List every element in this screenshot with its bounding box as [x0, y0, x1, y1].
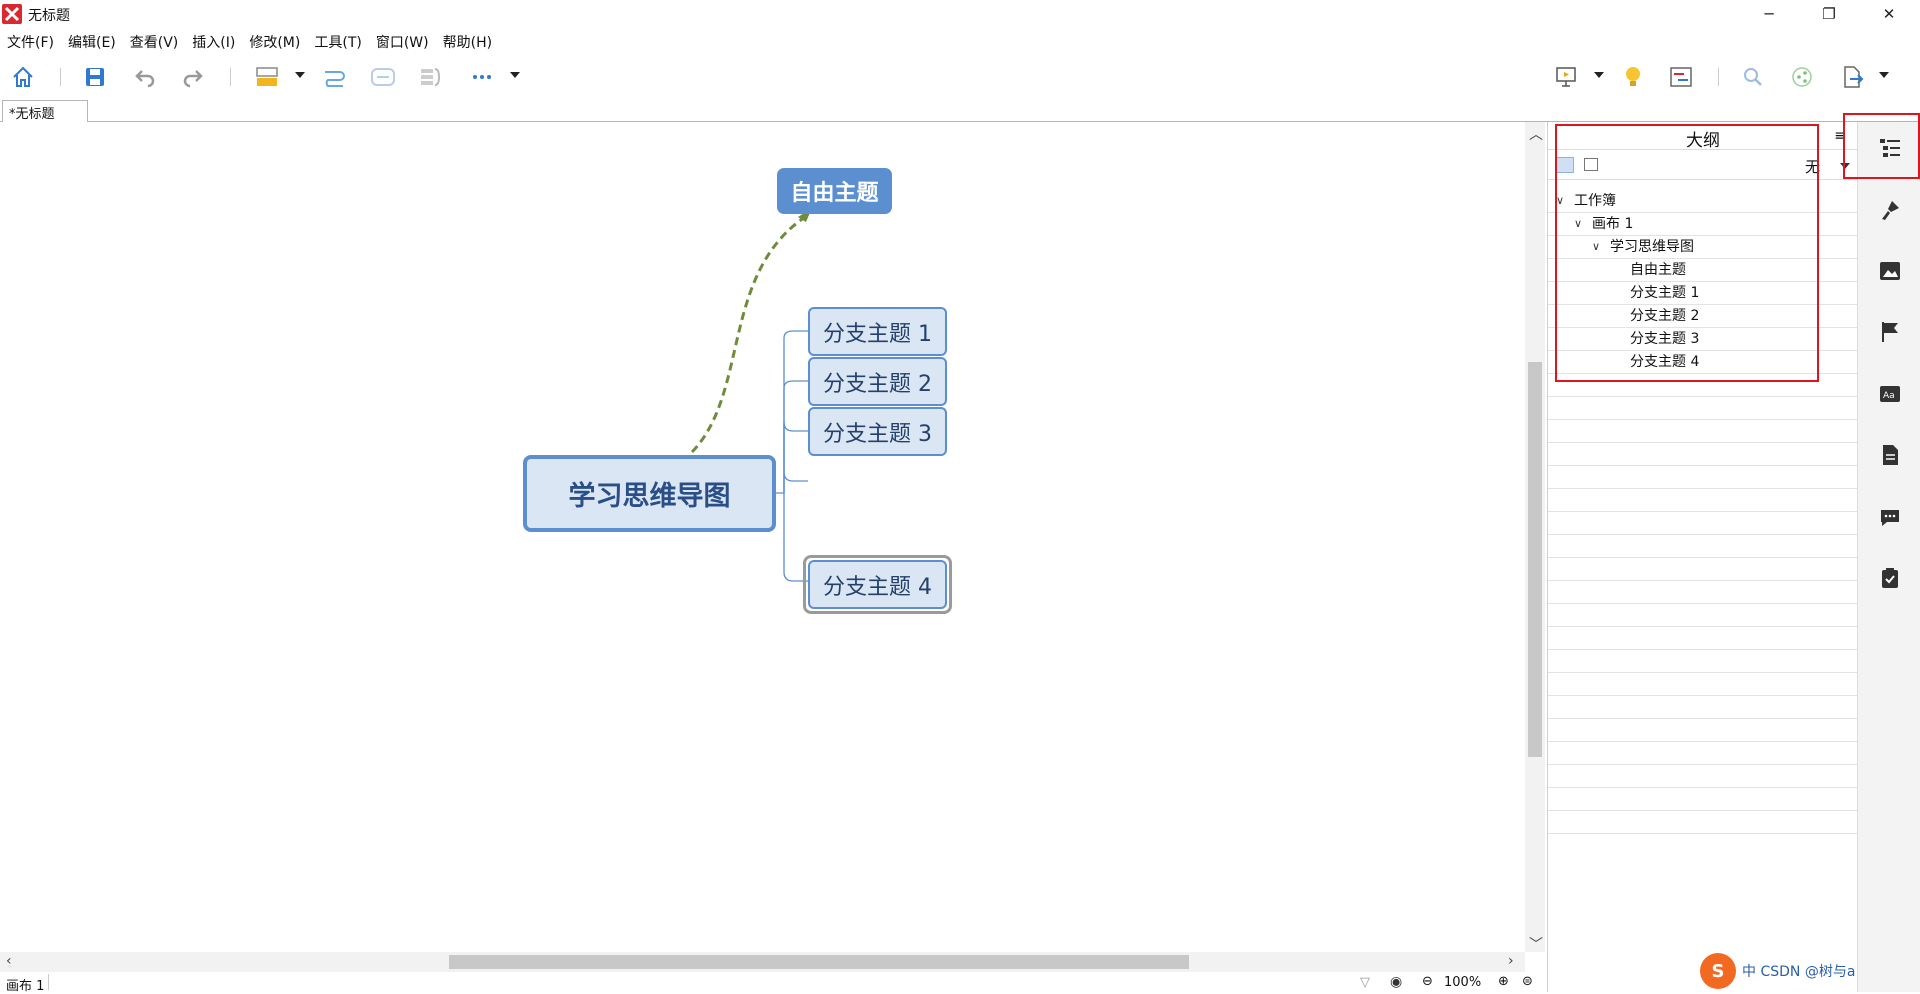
- menu-help[interactable]: 帮助(H): [436, 30, 499, 52]
- horizontal-scroll-thumb[interactable]: [449, 955, 1189, 969]
- share-icon[interactable]: [1789, 64, 1815, 90]
- boundary-icon[interactable]: [370, 64, 396, 90]
- vertical-scroll-thumb[interactable]: [1528, 362, 1542, 757]
- more-icon[interactable]: [469, 64, 495, 90]
- image-icon[interactable]: [1876, 257, 1904, 285]
- menu-view[interactable]: 查看(V): [123, 30, 186, 52]
- menu-modify[interactable]: 修改(M): [242, 30, 307, 52]
- horizontal-scrollbar[interactable]: ‹ ›: [0, 952, 1525, 972]
- text-style-icon[interactable]: Aa: [1876, 380, 1904, 408]
- svg-text:Aa: Aa: [1883, 391, 1895, 401]
- tab-strip: *无标题: [0, 98, 1920, 122]
- scroll-down-icon[interactable]: ﹀: [1529, 934, 1543, 954]
- gantt-icon[interactable]: [1668, 64, 1694, 90]
- relationship-line[interactable]: [690, 213, 809, 454]
- tab-untitled[interactable]: *无标题: [2, 100, 88, 122]
- export-dropdown-icon[interactable]: [1879, 72, 1889, 78]
- outline-highlight-box: [1555, 124, 1819, 382]
- redo-icon[interactable]: [180, 64, 206, 90]
- branch-topic-3[interactable]: 分支主题 3: [808, 407, 947, 456]
- watermark-overlay: S 中 CSDN @树与a: [1700, 953, 1856, 989]
- notes-document-icon[interactable]: [1876, 441, 1904, 469]
- comment-icon[interactable]: [1876, 503, 1904, 531]
- scroll-up-icon[interactable]: ︿: [1529, 124, 1543, 144]
- side-icon-bar: Aa: [1857, 122, 1920, 992]
- floating-topic[interactable]: 自由主题: [777, 168, 892, 214]
- toolbar: [0, 56, 1920, 96]
- mindmap-canvas[interactable]: 自由主题 学习思维导图 分支主题 1 分支主题 2 分支主题 3 分支主题 4: [0, 122, 1525, 960]
- task-clipboard-icon[interactable]: [1876, 564, 1904, 592]
- search-icon[interactable]: [1740, 64, 1766, 90]
- eye-icon[interactable]: ◉: [1390, 974, 1402, 990]
- presentation-dropdown-icon[interactable]: [1594, 72, 1604, 78]
- minimize-button[interactable]: ─: [1746, 0, 1792, 28]
- connector-lines: [690, 208, 812, 582]
- central-topic[interactable]: 学习思维导图: [523, 455, 776, 532]
- menu-edit[interactable]: 编辑(E): [61, 30, 123, 52]
- format-brush-icon[interactable]: [1876, 196, 1904, 224]
- sogou-ime-icon: S: [1700, 953, 1736, 989]
- scroll-left-icon[interactable]: ‹: [6, 953, 12, 969]
- filter-icon[interactable]: ▽: [1360, 975, 1370, 990]
- menu-file[interactable]: 文件(F): [0, 30, 61, 52]
- title-bar: 无标题 ─ ❐ ✕: [0, 0, 1920, 28]
- status-bar: 画布 1 ▽ ◉ ⊖ 100% ⊕ ⊜: [0, 972, 1545, 994]
- sheet-label[interactable]: 画布 1: [6, 975, 44, 994]
- menu-window[interactable]: 窗口(W): [369, 30, 436, 52]
- close-button[interactable]: ✕: [1866, 0, 1912, 28]
- outline-button-highlight-box: [1843, 113, 1920, 179]
- lightbulb-icon[interactable]: [1620, 64, 1646, 90]
- watermark-text: 中 CSDN @树与a: [1742, 964, 1856, 980]
- presentation-icon[interactable]: [1553, 64, 1579, 90]
- home-icon[interactable]: [10, 64, 36, 90]
- topic-style-dropdown-icon[interactable]: [295, 72, 305, 78]
- menu-insert[interactable]: 插入(I): [185, 30, 242, 52]
- save-icon[interactable]: [82, 64, 108, 90]
- more-dropdown-icon[interactable]: [510, 72, 520, 78]
- export-icon[interactable]: [1839, 64, 1865, 90]
- topic-style-icon[interactable]: [254, 64, 280, 90]
- window-title: 无标题: [28, 8, 70, 24]
- maximize-button[interactable]: ❐: [1806, 0, 1852, 28]
- undo-icon[interactable]: [132, 64, 158, 90]
- zoom-out-icon[interactable]: ⊖: [1422, 974, 1433, 989]
- summary-icon[interactable]: [418, 64, 444, 90]
- zoom-in-icon[interactable]: ⊕: [1498, 974, 1509, 989]
- branch-topic-1[interactable]: 分支主题 1: [808, 307, 947, 356]
- branch-topic-2[interactable]: 分支主题 2: [808, 357, 947, 406]
- scroll-right-icon[interactable]: ›: [1508, 953, 1514, 969]
- vertical-scrollbar[interactable]: ︿ ﹀: [1525, 122, 1545, 954]
- relationship-icon[interactable]: [321, 64, 347, 90]
- fit-icon[interactable]: ⊜: [1522, 974, 1533, 989]
- marker-flag-icon[interactable]: [1876, 318, 1904, 346]
- xmind-logo-icon: [2, 4, 22, 24]
- zoom-level: 100%: [1444, 975, 1482, 990]
- menu-tools[interactable]: 工具(T): [307, 30, 368, 52]
- menu-bar: 文件(F) 编辑(E) 查看(V) 插入(I) 修改(M) 工具(T) 窗口(W…: [0, 30, 499, 52]
- branch-topic-4[interactable]: 分支主题 4: [808, 560, 947, 609]
